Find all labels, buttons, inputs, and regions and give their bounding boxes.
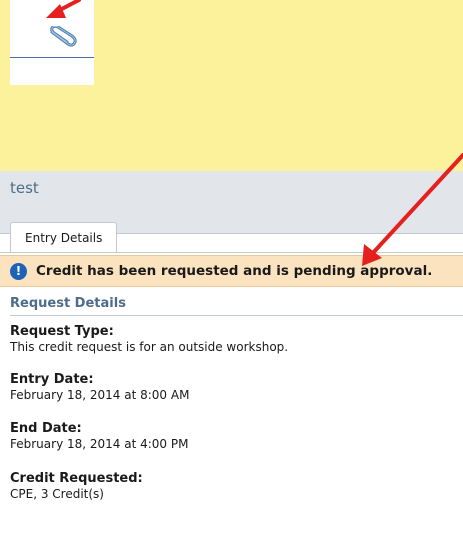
panel-title: test	[10, 179, 39, 197]
field-value: February 18, 2014 at 4:00 PM	[10, 437, 189, 451]
section-title: Request Details	[10, 296, 126, 311]
paperclip-icon	[50, 26, 77, 47]
field-label: End Date:	[10, 421, 82, 436]
field-credit-requested: Credit Requested: CPE, 3 Credit(s)	[10, 471, 460, 502]
attachment-underline	[10, 57, 94, 58]
attachment-button[interactable]	[10, 0, 94, 85]
status-alert: ! Credit has been requested and is pendi…	[0, 255, 463, 287]
tab-divider	[0, 252, 463, 253]
field-label: Entry Date:	[10, 372, 94, 387]
panel-header: test Entry Details	[0, 171, 463, 252]
field-label: Request Type:	[10, 324, 114, 339]
tab-entry-details[interactable]: Entry Details	[10, 222, 118, 252]
field-value: CPE, 3 Credit(s)	[10, 487, 104, 501]
field-end-date: End Date: February 18, 2014 at 4:00 PM	[10, 421, 460, 452]
field-request-type: Request Type: This credit request is for…	[10, 324, 460, 355]
section-divider	[10, 315, 463, 316]
field-value: February 18, 2014 at 8:00 AM	[10, 388, 190, 402]
alert-message: Credit has been requested and is pending…	[36, 263, 433, 279]
info-icon: !	[10, 263, 27, 280]
field-value: This credit request is for an outside wo…	[10, 340, 289, 354]
field-entry-date: Entry Date: February 18, 2014 at 8:00 AM	[10, 372, 460, 403]
entry-panel: test Entry Details ! Credit has been req…	[0, 171, 463, 552]
field-label: Credit Requested:	[10, 471, 143, 486]
